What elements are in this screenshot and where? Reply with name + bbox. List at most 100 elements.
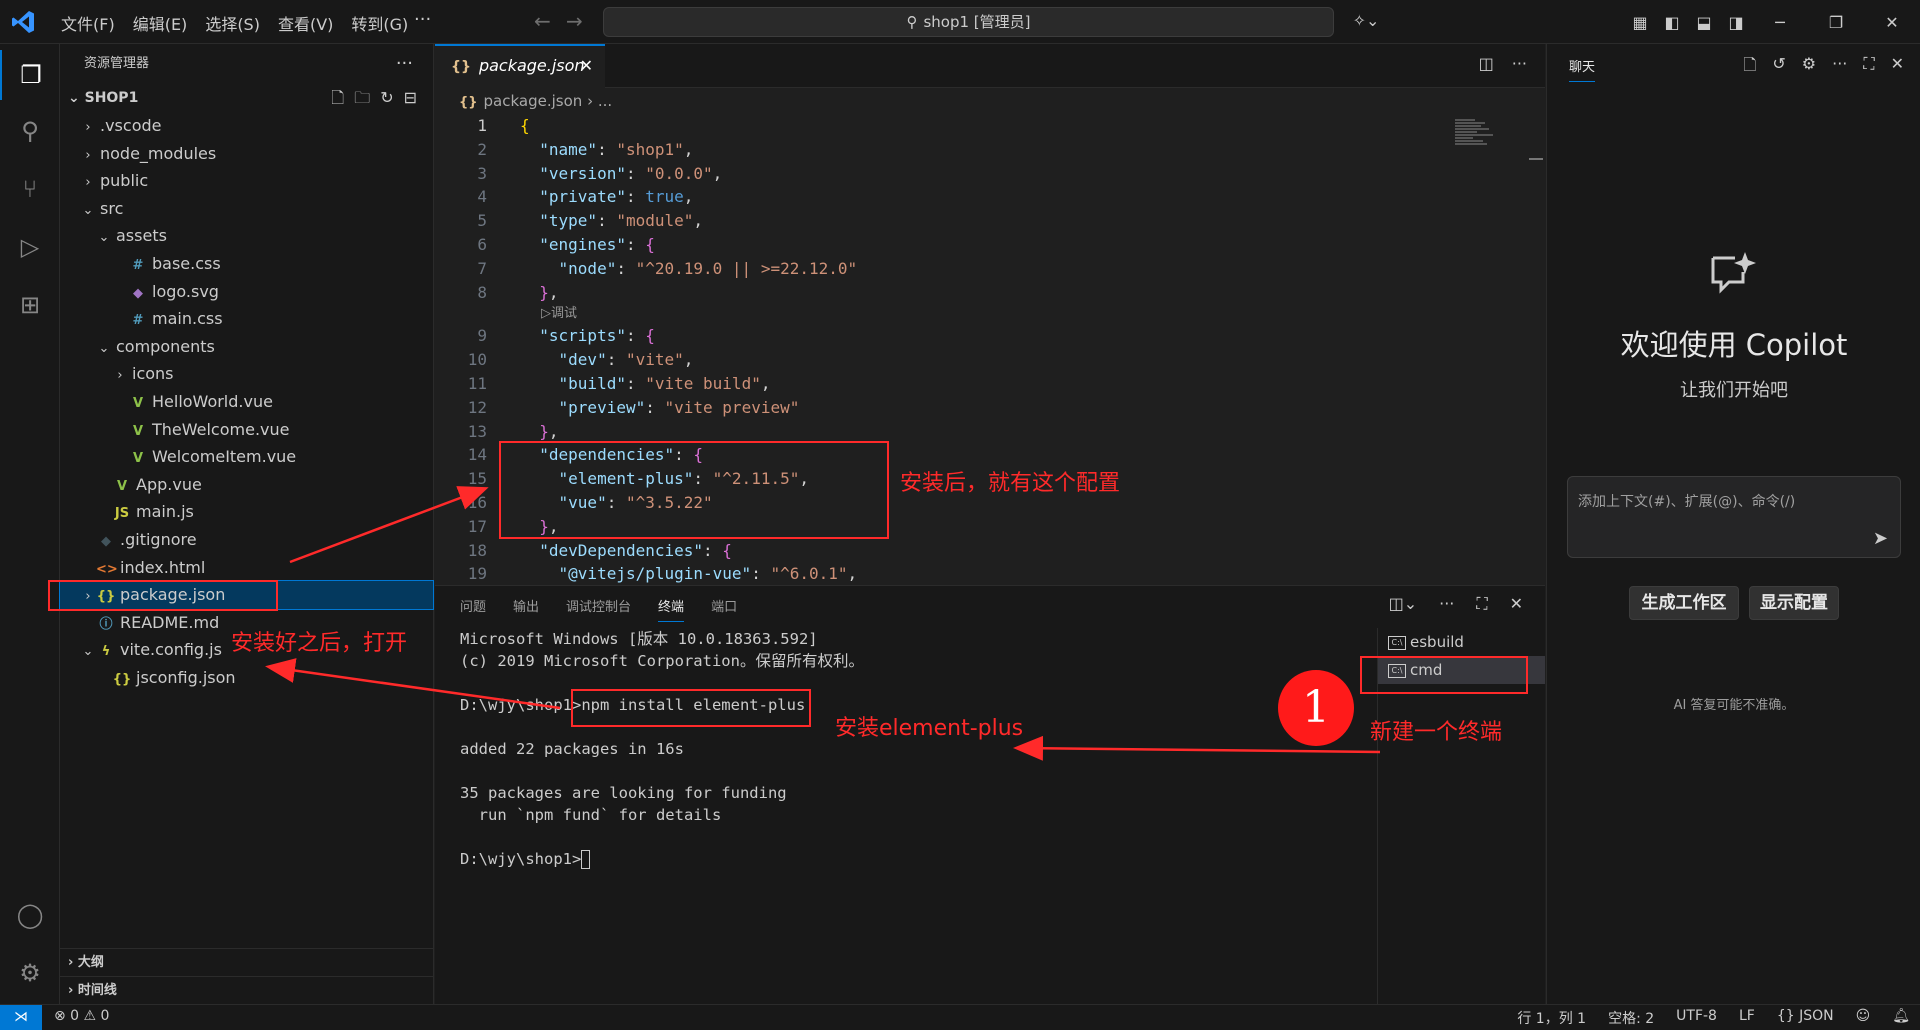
tree-item-label: App.vue [136,474,202,494]
tree-item[interactable]: ⌄ assets [60,222,433,250]
explorer-icon[interactable]: ❐ [0,50,60,100]
close-panel-icon[interactable]: ✕ [1510,594,1523,614]
tree-item[interactable]: V HelloWorld.vue [60,388,433,416]
tree-item[interactable]: ⌄ components [60,333,433,361]
package-json-highlight-box [48,580,278,611]
eol-status[interactable]: LF [1739,1008,1755,1028]
chat-settings-icon[interactable]: ⚙ [1802,54,1816,81]
terminal-instance[interactable]: C:\ esbuild [1378,628,1545,656]
chat-title[interactable]: 聊天 [1569,56,1596,82]
close-chat-icon[interactable]: ✕ [1891,54,1904,81]
copilot-icon[interactable]: ✧⌄ [1350,11,1382,30]
terminal-output[interactable]: Microsoft Windows [版本 10.0.18363.592] (c)… [460,628,1390,870]
code-line: 11 "build": "vite build", [435,372,1435,396]
breadcrumb-file[interactable]: package.json [484,92,583,110]
tree-item[interactable]: V WelcomeItem.vue [60,443,433,471]
history-icon[interactable]: ↺ [1772,54,1785,81]
split-terminal-icon[interactable]: ◫⌄ [1389,594,1418,614]
tree-item[interactable]: › icons [60,360,433,388]
tree-item-label: README.md [120,612,220,632]
chat-more-icon[interactable]: ··· [1832,54,1847,81]
panel-more-icon[interactable]: ··· [1439,594,1454,614]
tree-item[interactable]: # base.css [60,250,433,278]
menu-selection[interactable]: 选择(S) [196,11,269,35]
encoding-status[interactable]: UTF-8 [1676,1008,1717,1028]
source-control-icon[interactable]: ⑂ [0,164,60,214]
notifications-bell-icon[interactable]: 🔔︎ [1892,1008,1910,1028]
remote-icon[interactable]: ⋊ [0,1005,42,1030]
show-config-button[interactable]: 显示配置 [1749,586,1839,620]
problems-status[interactable]: ⊗ 0 ⚠ 0 [54,1008,109,1024]
tab-output[interactable]: 输出 [513,596,539,622]
new-chat-icon[interactable]: 🗋 [1744,54,1757,81]
tree-item[interactable]: › public [60,167,433,195]
code-line: 9 "scripts": { [435,324,1435,348]
breadcrumb-separator[interactable]: › ... [587,92,612,110]
tree-item[interactable]: V TheWelcome.vue [60,416,433,444]
code-line: 13 }, [435,420,1435,444]
forward-arrow-icon[interactable]: → [566,9,583,33]
menu-file[interactable]: 文件(F) [52,11,124,35]
copilot-status-icon[interactable]: ☺ [1856,1008,1871,1028]
explorer-more-icon[interactable]: ··· [396,44,413,84]
indent-status[interactable]: 空格: 2 [1608,1008,1654,1028]
tab-ports[interactable]: 端口 [711,596,737,622]
panel-tabs: 问题 输出 调试控制台 终端 端口 [460,596,737,622]
code-line: 10 "dev": "vite", [435,348,1435,372]
menu-go[interactable]: 转到(G) [342,11,417,35]
tree-item[interactable]: ◆ logo.svg [60,278,433,306]
project-header[interactable]: ⌄ SHOP1 🗋 🗀 ↻ ⊟ [60,84,433,112]
toggle-primary-sidebar-icon[interactable]: ◧ [1656,13,1688,32]
editor-more-icon[interactable]: ··· [1512,54,1527,73]
command-center-search[interactable]: ⚲ shop1 [管理员] [603,7,1334,37]
tree-item-label: jsconfig.json [136,667,236,687]
toggle-secondary-sidebar-icon[interactable]: ◨ [1720,13,1752,32]
minimap[interactable] [1455,118,1495,162]
tree-item[interactable]: <> index.html [60,554,433,582]
tree-item[interactable]: › node_modules [60,140,433,168]
run-debug-icon[interactable]: ▷ [0,222,60,272]
tree-item[interactable]: ◆ .gitignore [60,526,433,554]
tab-debug-console[interactable]: 调试控制台 [566,596,631,622]
terminal-line: run `npm fund` for details [460,806,722,824]
maximize-panel-icon[interactable]: ⛶ [1476,594,1487,614]
generate-workspace-button[interactable]: 生成工作区 [1629,586,1739,620]
maximize-chat-icon[interactable]: ⛶ [1863,54,1874,81]
tree-item[interactable]: JS main.js [60,498,433,526]
menu-view[interactable]: 查看(V) [269,11,342,35]
close-window-icon[interactable]: ✕ [1864,13,1920,32]
extensions-icon[interactable]: ⊞ [0,280,60,330]
account-icon[interactable]: ◯ [0,890,60,940]
search-view-icon[interactable]: ⚲ [0,106,60,156]
restore-icon[interactable]: ❐ [1808,13,1864,32]
tree-item[interactable]: ⌄ src [60,195,433,223]
send-icon[interactable]: ➤ [1873,528,1888,549]
split-editor-icon[interactable]: ◫ [1479,54,1494,73]
tree-item[interactable]: # main.css [60,305,433,333]
menu-edit[interactable]: 编辑(E) [124,11,197,35]
tab-problems[interactable]: 问题 [460,596,486,622]
menu-more-button[interactable]: ··· [414,9,431,30]
language-status[interactable]: {} JSON [1777,1008,1834,1028]
tree-item[interactable]: {} jsconfig.json [60,664,433,692]
back-arrow-icon[interactable]: ← [534,9,551,33]
new-file-icon[interactable]: 🗋 [331,84,344,112]
tree-item[interactable]: › .vscode [60,112,433,140]
tab-package-json[interactable]: {} package.json ✕ [435,44,605,88]
layout-customize-icon[interactable]: ▦ [1624,13,1656,32]
cursor-position[interactable]: 行 1，列 1 [1517,1008,1586,1028]
minimize-icon[interactable]: ─ [1752,13,1808,32]
collapse-all-icon[interactable]: ⊟ [404,84,417,112]
toggle-panel-icon[interactable]: ⬓ [1688,13,1720,32]
outline-section[interactable]: › 大纲 [60,948,434,976]
settings-gear-icon[interactable]: ⚙ [0,948,60,998]
editor-scrollbar[interactable] [1529,116,1543,586]
tab-terminal[interactable]: 终端 [658,596,685,622]
tree-item[interactable]: V App.vue [60,471,433,499]
refresh-icon[interactable]: ↻ [380,84,393,112]
new-folder-icon[interactable]: 🗀 [354,84,370,112]
chat-input[interactable]: 添加上下文(#)、扩展(@)、命令(/) ➤ [1567,476,1901,558]
timeline-section[interactable]: › 时间线 [60,976,434,1004]
codelens-label[interactable]: ▷调试 [541,304,577,324]
close-tab-icon[interactable]: ✕ [580,46,593,86]
